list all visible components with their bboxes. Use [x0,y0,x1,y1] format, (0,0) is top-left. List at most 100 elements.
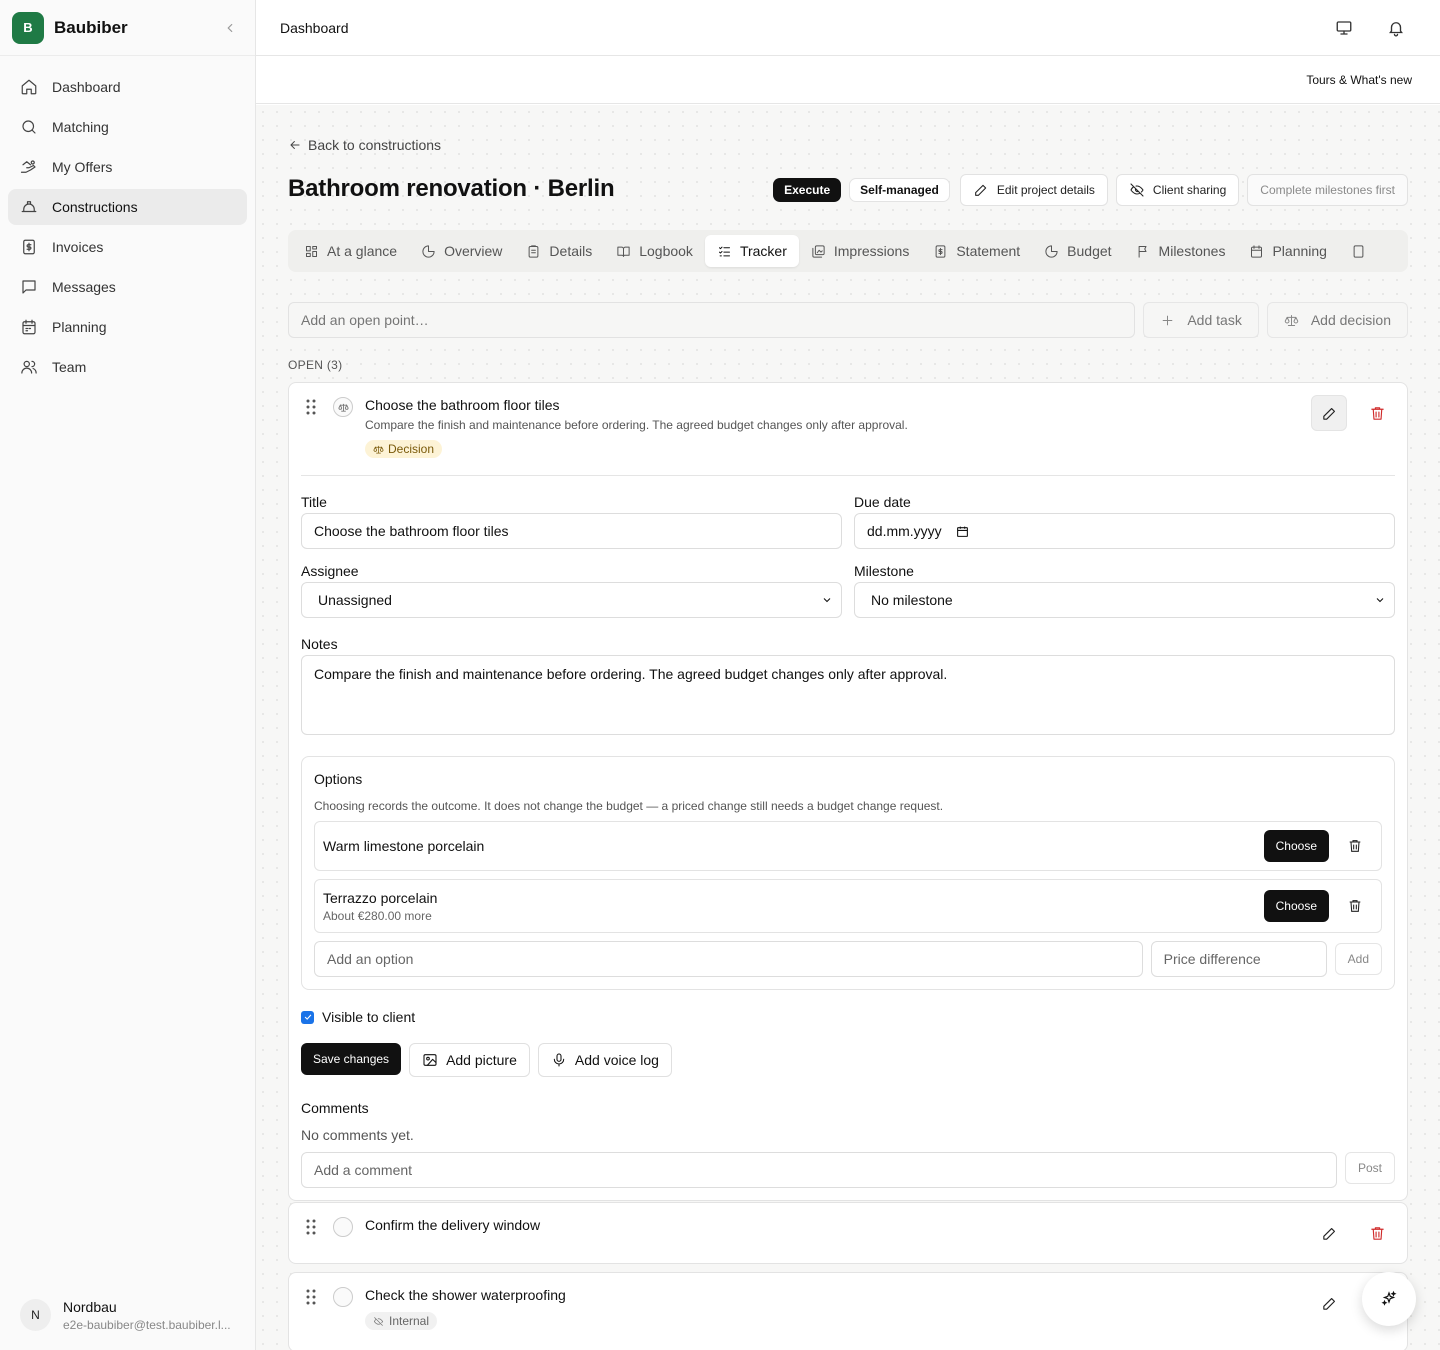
edit-item-button[interactable] [1311,1285,1347,1321]
page-title: Bathroom renovation · Berlin [288,175,615,202]
tab-label: Statement [956,243,1021,259]
delete-option-button[interactable] [1337,830,1373,862]
decision-badge-label: Decision [388,442,435,456]
due-date-input[interactable]: dd.mm.yyyy [854,513,1395,549]
tab-at-a-glance[interactable]: At a glance [292,235,409,267]
choose-option-button[interactable]: Choose [1263,830,1329,862]
message-icon [20,278,38,296]
choose-option-button[interactable]: Choose [1263,890,1329,922]
visible-to-client-checkbox[interactable] [301,1010,314,1024]
tab-details[interactable]: Details [514,235,604,267]
add-voice-log-button[interactable]: Add voice log [537,1043,672,1077]
task-status-toggle[interactable] [333,1287,353,1307]
tab-planning[interactable]: Planning [1237,235,1339,267]
edit-project-button[interactable]: Edit project details [959,174,1108,206]
user-email: e2e-baubiber@test.baubiber.l... [63,1317,231,1332]
sidebar-item-invoices[interactable]: Invoices [8,229,247,265]
delete-item-button[interactable] [1359,395,1395,431]
tab-logbook[interactable]: Logbook [604,235,705,267]
edit-item-button[interactable] [1311,395,1347,431]
drag-handle-icon[interactable] [303,398,319,416]
assistant-sparkle-button[interactable] [1362,1272,1416,1326]
tab-overflow[interactable] [1339,235,1386,267]
item-title[interactable]: Confirm the delivery window [365,1217,540,1233]
sidebar-item-team[interactable]: Team [8,349,247,385]
task-status-toggle[interactable] [333,1217,353,1237]
tab-label: Impressions [833,243,910,259]
delete-item-button[interactable] [1359,1215,1395,1251]
tab-label: Milestones [1158,243,1226,259]
tours-link[interactable]: Tours & What's new [1306,73,1412,87]
assignee-label: Assignee [301,563,359,579]
tab-bar: At a glance Overview Details Logbook Tra… [288,230,1408,272]
sidebar-item-constructions[interactable]: Constructions [8,189,247,225]
comments-title: Comments [301,1100,369,1116]
decision-status-toggle[interactable] [333,397,353,417]
edit-item-button[interactable] [1311,1215,1347,1251]
delete-option-button[interactable] [1337,890,1373,922]
item-description: Compare the finish and maintenance befor… [365,418,908,432]
item-title[interactable]: Choose the bathroom floor tiles [365,397,560,413]
collapse-sidebar-icon[interactable] [217,15,243,41]
drag-handle-icon[interactable] [303,1218,319,1236]
calendar-icon[interactable] [956,525,969,538]
images-icon [811,244,826,259]
drag-handle-icon[interactable] [303,1288,319,1306]
pie-icon [421,244,436,259]
options-title: Options [314,771,363,787]
tab-label: Details [549,243,593,259]
brand-name[interactable]: Baubiber [54,18,217,38]
sidebar-item-messages[interactable]: Messages [8,269,247,305]
add-picture-button[interactable]: Add picture [409,1043,530,1077]
price-difference-input[interactable]: Price difference [1150,941,1327,977]
tab-statement[interactable]: Statement [921,235,1032,267]
add-picture-label: Add picture [446,1052,517,1068]
sidebar-item-my-offers[interactable]: My Offers [8,149,247,185]
book-icon [616,244,631,259]
tab-tracker[interactable]: Tracker [704,235,799,267]
main-content: Back to constructions Bathroom renovatio… [256,105,1440,1350]
notes-textarea[interactable]: Compare the finish and maintenance befor… [301,655,1395,735]
bell-icon[interactable] [1376,8,1416,48]
milestone-select[interactable]: No milestone [854,582,1395,618]
tab-overview[interactable]: Overview [409,235,514,267]
sidebar-item-label: My Offers [52,159,113,175]
item-title[interactable]: Check the shower waterproofing [365,1287,566,1303]
image-icon [422,1052,438,1068]
save-changes-button[interactable]: Save changes [301,1043,402,1075]
client-sharing-button[interactable]: Client sharing [1115,174,1240,206]
comment-input[interactable]: Add a comment [301,1152,1337,1188]
add-option-button[interactable]: Add [1334,943,1382,975]
brand-logo[interactable]: B [12,11,44,44]
sidebar-item-matching[interactable]: Matching [8,109,247,145]
sidebar-item-planning[interactable]: Planning [8,309,247,345]
monitor-icon[interactable] [1324,8,1364,48]
add-decision-button[interactable]: Add decision [1266,302,1408,338]
back-link[interactable]: Back to constructions [288,137,441,153]
status-badge: Execute [773,178,842,202]
options-panel: Options Choosing records the outcome. It… [301,756,1395,990]
decision-badge: Decision [365,440,443,458]
title-input[interactable]: Choose the bathroom floor tiles [301,513,842,549]
sidebar-item-dashboard[interactable]: Dashboard [8,69,247,105]
subbar: Tours & What's new [256,56,1440,104]
pencil-icon [1322,407,1335,420]
add-open-point-input[interactable] [288,302,1136,338]
complete-milestones-button[interactable]: Complete milestones first [1247,174,1408,206]
user-profile[interactable]: N Nordbau e2e-baubiber@test.baubiber.l..… [0,1280,255,1350]
options-hint: Choosing records the outcome. It does no… [314,799,944,813]
assignee-select[interactable]: Unassigned [301,582,842,618]
add-option-input[interactable]: Add an option [314,941,1143,977]
option-name: Terrazzo porcelain [323,889,438,906]
tab-budget[interactable]: Budget [1032,235,1123,267]
tab-milestones[interactable]: Milestones [1124,235,1238,267]
tab-impressions[interactable]: Impressions [799,235,921,267]
add-task-button[interactable]: Add task [1143,302,1259,338]
check-icon [304,1014,311,1020]
visible-to-client-row[interactable]: Visible to client [301,1009,1395,1025]
tracker-item-header: Choose the bathroom floor tiles Compare … [289,383,1407,475]
post-comment-button[interactable]: Post [1344,1152,1395,1184]
sidebar-item-label: Dashboard [52,79,121,95]
plus-icon [1160,313,1175,328]
arrow-left-icon [288,138,302,152]
